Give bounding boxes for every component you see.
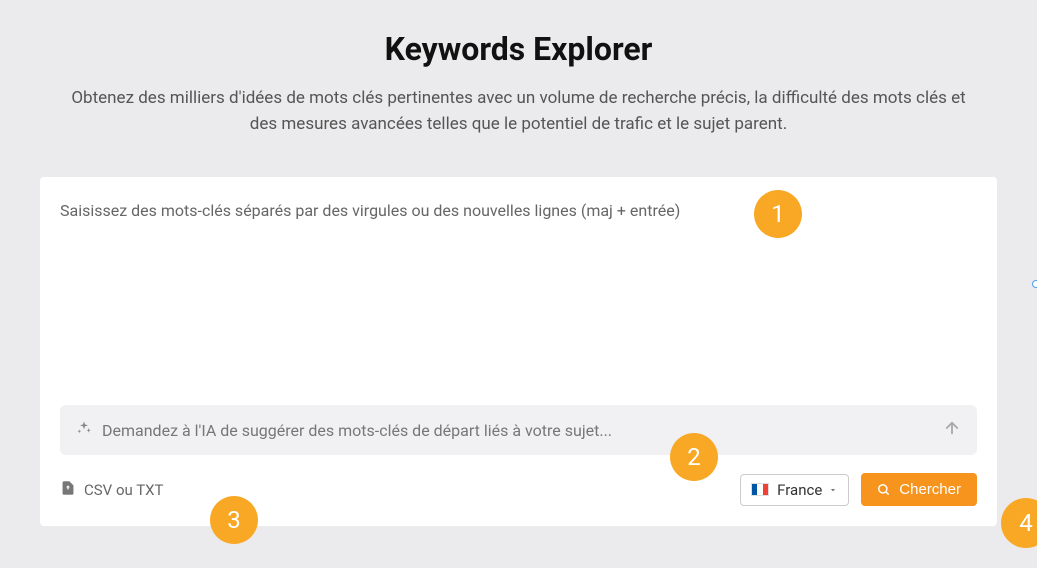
- submit-arrow-icon[interactable]: [943, 419, 961, 441]
- search-button-label: Chercher: [899, 481, 961, 498]
- keywords-input[interactable]: [60, 201, 977, 401]
- annotation-3: 3: [210, 496, 258, 544]
- annotation-2: 2: [670, 433, 718, 481]
- keywords-card: CSV ou TXT France: [40, 177, 997, 526]
- upload-label: CSV ou TXT: [84, 481, 164, 499]
- country-selector[interactable]: France: [740, 474, 849, 506]
- right-controls: France Chercher: [740, 473, 977, 506]
- annotation-4: 4: [1001, 498, 1037, 548]
- page-title: Keywords Explorer: [40, 30, 997, 68]
- ai-suggest-input[interactable]: [102, 421, 943, 440]
- caret-down-icon: [828, 481, 838, 499]
- annotation-1: 1: [754, 190, 802, 238]
- ai-suggest-bar: [60, 405, 977, 455]
- country-label: France: [777, 481, 822, 499]
- edge-marker: [1032, 280, 1037, 288]
- search-button[interactable]: Chercher: [861, 473, 977, 506]
- page-subtitle: Obtenez des milliers d'idées de mots clé…: [59, 86, 979, 137]
- upload-file-button[interactable]: CSV ou TXT: [60, 479, 164, 501]
- bottom-controls: CSV ou TXT France: [60, 473, 977, 506]
- file-upload-icon: [60, 479, 76, 501]
- sparkle-icon: [76, 420, 92, 440]
- search-icon: [877, 483, 891, 497]
- france-flag-icon: [751, 483, 769, 496]
